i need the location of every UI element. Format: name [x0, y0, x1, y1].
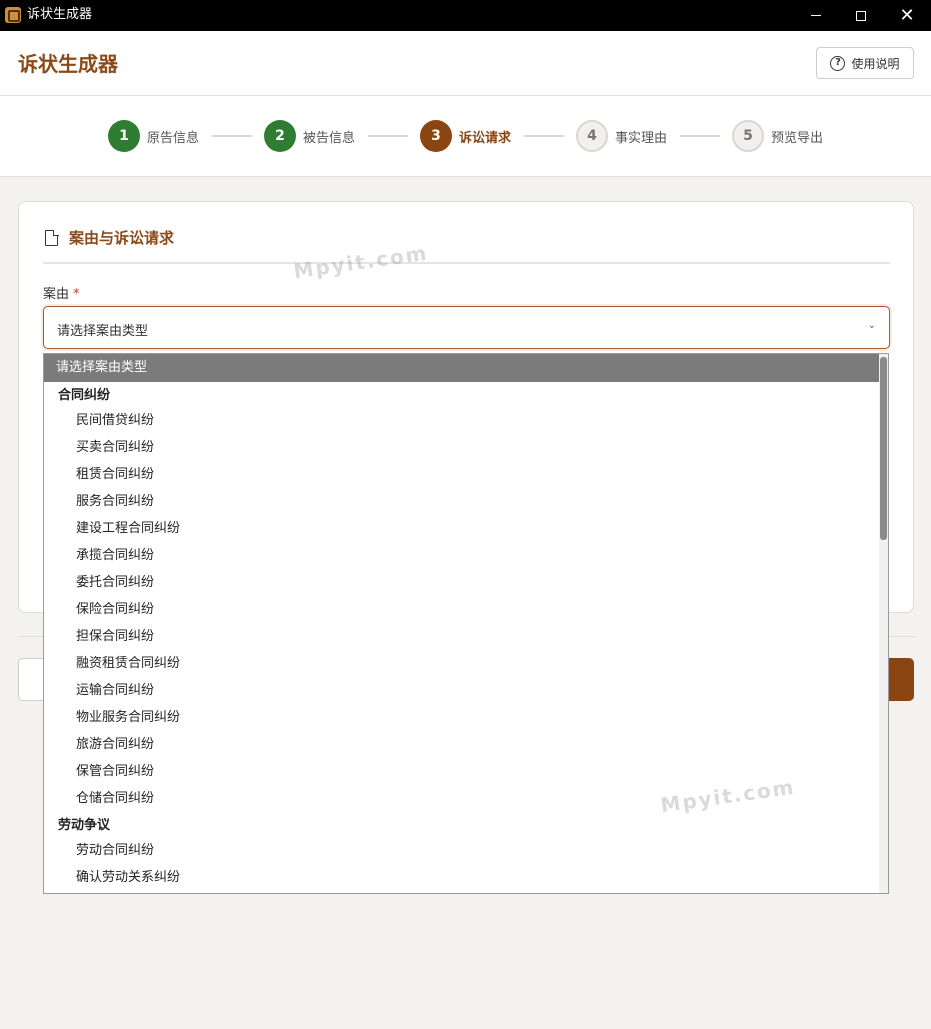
- chevron-down-icon: ⌄: [867, 320, 876, 331]
- step-1[interactable]: 1 原告信息: [108, 120, 199, 152]
- app-icon: [5, 7, 21, 23]
- step-3[interactable]: 3 诉讼请求: [420, 120, 511, 152]
- dropdown-option[interactable]: 运输合同纠纷: [44, 677, 880, 704]
- step-connector: [680, 135, 720, 137]
- cause-select-value: 请选择案由类型: [57, 324, 149, 339]
- step-5[interactable]: 5 预览导出: [732, 120, 823, 152]
- cause-select[interactable]: 请选择案由类型 ⌄: [43, 306, 890, 349]
- step-connector: [212, 135, 252, 137]
- maximize-icon: [856, 10, 866, 21]
- document-icon: [45, 229, 59, 246]
- dropdown-group-label: 合同纠纷: [58, 388, 111, 403]
- step-label: 事实理由: [615, 130, 668, 146]
- card-header: 案由与诉讼请求: [43, 226, 890, 264]
- dropdown-option[interactable]: 买卖合同纠纷: [44, 434, 880, 461]
- step-label: 原告信息: [147, 130, 200, 146]
- question-circle-icon: ?: [830, 55, 846, 71]
- step-4[interactable]: 4 事实理由: [576, 120, 667, 152]
- app-header: 诉状生成器 ? 使用说明: [0, 31, 931, 96]
- dropdown-option-placeholder[interactable]: 请选择案由类型: [44, 354, 880, 382]
- dropdown-group-label: 劳动争议: [58, 818, 111, 833]
- dropdown-option[interactable]: 建设工程合同纠纷: [44, 515, 880, 542]
- step-connector: [524, 135, 564, 137]
- dropdown-option[interactable]: 物业服务合同纠纷: [44, 704, 880, 731]
- dropdown-option[interactable]: 委托合同纠纷: [44, 569, 880, 596]
- maximize-button[interactable]: [838, 0, 884, 31]
- cause-field-label: 案由 *: [43, 283, 80, 302]
- close-icon: ✕: [899, 4, 915, 26]
- dropdown-option[interactable]: 承揽合同纠纷: [44, 542, 880, 569]
- card-title: 案由与诉讼请求: [69, 229, 175, 247]
- cause-dropdown-list[interactable]: 请选择案由类型 合同纠纷 民间借贷纠纷 买卖合同纠纷 租赁合同纠纷 服务合同纠纷…: [43, 353, 889, 894]
- step-number: 4: [576, 120, 608, 152]
- dropdown-option[interactable]: 租赁合同纠纷: [44, 461, 880, 488]
- step-number: 2: [264, 120, 296, 152]
- minimize-icon: [811, 15, 821, 16]
- cause-label-text: 案由: [43, 287, 70, 302]
- step-connector: [368, 135, 408, 137]
- dropdown-option[interactable]: 融资租赁合同纠纷: [44, 650, 880, 677]
- window-title: 诉状生成器: [27, 7, 93, 22]
- dropdown-option[interactable]: 旅游合同纠纷: [44, 731, 880, 758]
- minimize-button[interactable]: [793, 0, 839, 31]
- scrollbar-thumb[interactable]: [880, 357, 887, 540]
- page-title: 诉状生成器: [18, 52, 118, 76]
- required-mark: *: [73, 287, 80, 302]
- step-2[interactable]: 2 被告信息: [264, 120, 355, 152]
- dropdown-option[interactable]: 担保合同纠纷: [44, 623, 880, 650]
- dropdown-option[interactable]: 确认劳动关系纠纷: [44, 864, 880, 891]
- help-button[interactable]: ? 使用说明: [816, 47, 914, 79]
- step-label: 预览导出: [771, 130, 824, 146]
- help-button-label: 使用说明: [851, 56, 900, 71]
- dropdown-options: 请选择案由类型 合同纠纷 民间借贷纠纷 买卖合同纠纷 租赁合同纠纷 服务合同纠纷…: [44, 354, 880, 891]
- window-titlebar: 诉状生成器 ✕: [0, 0, 931, 31]
- dropdown-option[interactable]: 保险合同纠纷: [44, 596, 880, 623]
- step-label: 诉讼请求: [459, 130, 512, 146]
- dropdown-option[interactable]: 服务合同纠纷: [44, 488, 880, 515]
- step-label: 被告信息: [303, 130, 356, 146]
- dropdown-option[interactable]: 劳动合同纠纷: [44, 837, 880, 864]
- stepper: 1 原告信息 2 被告信息 3 诉讼请求 4 事实理由 5 预览导出: [0, 96, 931, 177]
- close-button[interactable]: ✕: [884, 0, 930, 31]
- dropdown-scrollbar[interactable]: [879, 354, 888, 893]
- step-number: 1: [108, 120, 140, 152]
- dropdown-option[interactable]: 民间借贷纠纷: [44, 407, 880, 434]
- step-number: 3: [420, 120, 452, 152]
- step-number: 5: [732, 120, 764, 152]
